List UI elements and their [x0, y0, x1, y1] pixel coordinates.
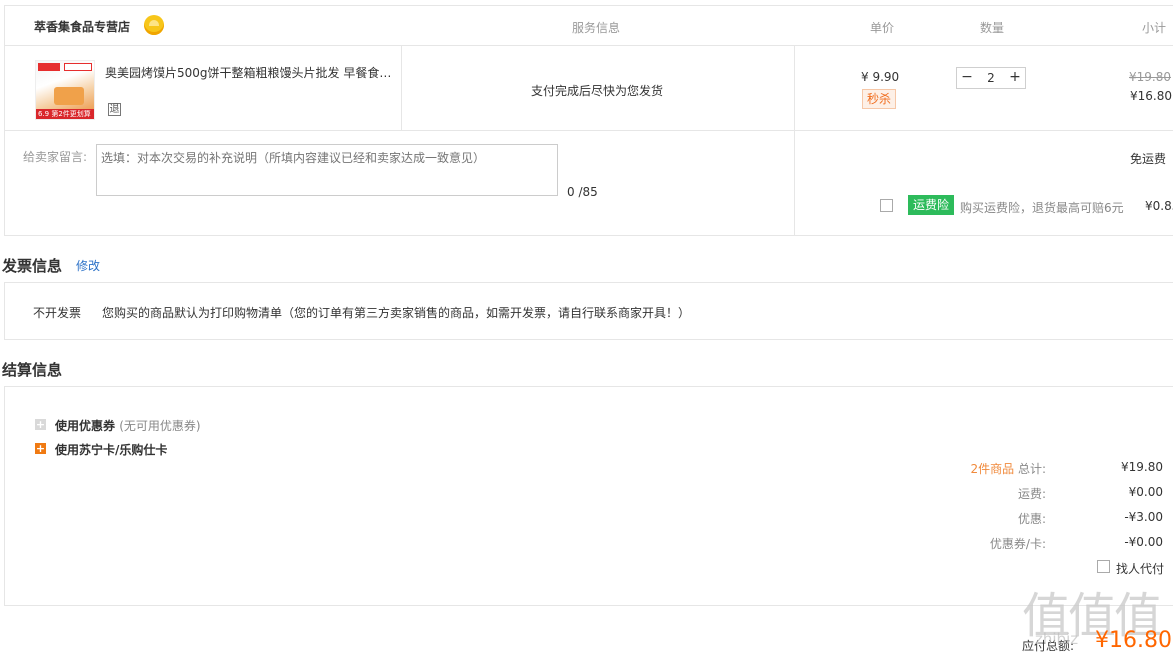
- free-shipping-label: 免运费: [1130, 152, 1167, 166]
- col-header-subtotal: 小计: [1142, 21, 1167, 35]
- total-label: 2件商品 总计:: [970, 462, 1046, 476]
- proxy-pay-checkbox[interactable]: [1097, 560, 1110, 573]
- product-image-promo: 6.9 第2件更划算: [36, 109, 94, 119]
- unit-price: ¥ 9.90: [861, 70, 900, 84]
- store-name[interactable]: 萃香集食品专营店: [34, 18, 130, 35]
- insurance-badge: 运费险: [908, 195, 955, 215]
- divider: [401, 46, 402, 130]
- discount-value: -¥3.00: [1124, 510, 1163, 524]
- original-subtotal: ¥19.80: [1129, 70, 1171, 84]
- invoice-edit-link[interactable]: 修改: [76, 257, 100, 274]
- proxy-pay-label: 找人代付: [1116, 562, 1165, 576]
- invoice-type: 不开发票: [33, 306, 82, 320]
- use-card-toggle[interactable]: 使用苏宁卡/乐购仕卡: [55, 441, 167, 458]
- coupon-expand-icon[interactable]: +: [35, 419, 46, 430]
- col-header-price: 单价: [870, 21, 895, 35]
- message-char-count: 0 /85: [567, 185, 598, 199]
- discount-label: 优惠:: [1017, 512, 1046, 526]
- use-coupon-toggle[interactable]: 使用优惠券 (无可用优惠券): [55, 417, 201, 434]
- insurance-text: 购买运费险，退货最高可赔6元: [960, 201, 1124, 215]
- product-image[interactable]: 6.9 第2件更划算: [35, 60, 95, 120]
- service-info: 支付完成后尽快为您发货: [531, 84, 664, 98]
- col-header-service: 服务信息: [572, 21, 621, 35]
- product-title[interactable]: 奥美园烤馍片500g饼干整箱粗粮馒头片批发 早餐食…: [105, 64, 391, 81]
- qty-increase-button[interactable]: +: [1005, 68, 1025, 88]
- product-row: 6.9 第2件更划算 奥美园烤馍片500g饼干整箱粗粮馒头片批发 早餐食… 退 …: [4, 45, 1173, 131]
- quantity-stepper: − 2 +: [956, 67, 1026, 89]
- items-count: 2件商品: [970, 462, 1015, 476]
- flash-sale-badge: 秒杀: [862, 89, 897, 109]
- insurance-price: ¥0.85: [1145, 199, 1173, 213]
- subtotal: ¥16.80: [1130, 89, 1172, 103]
- col-header-quantity: 数量: [980, 21, 1005, 35]
- coupon-card-value: -¥0.00: [1124, 535, 1163, 549]
- message-label: 给卖家留言:: [23, 150, 88, 164]
- divider: [794, 130, 795, 235]
- total-value: ¥19.80: [1121, 460, 1163, 474]
- payable-amount: ¥16.80: [1095, 628, 1172, 653]
- coupon-label: 使用优惠券: [55, 419, 116, 433]
- settlement-panel: + 使用优惠券 (无可用优惠券) + 使用苏宁卡/乐购仕卡 2件商品 总计: ¥…: [4, 386, 1173, 606]
- qty-value[interactable]: 2: [977, 68, 1005, 88]
- card-expand-icon[interactable]: +: [35, 443, 46, 454]
- return-badge-icon: 退: [108, 103, 121, 116]
- store-header: 萃香集食品专营店 服务信息 单价 数量 小计: [4, 5, 1173, 45]
- watermark-logo: 值值值: [1022, 588, 1162, 644]
- qty-decrease-button[interactable]: −: [957, 68, 977, 88]
- settlement-section-title: 结算信息: [2, 361, 63, 379]
- watermark-site: zhibiz: [1035, 630, 1079, 648]
- coupon-none-note: (无可用优惠券): [119, 419, 201, 433]
- message-row: 给卖家留言: 0 /85 免运费 运费险 购买运费险，退货最高可赔6元 ¥0.8…: [4, 130, 1173, 236]
- invoice-panel: 不开发票 您购买的商品默认为打印购物清单（您的订单有第三方卖家销售的商品，如需开…: [4, 282, 1173, 340]
- shipping-label: 运费:: [1017, 487, 1046, 501]
- invoice-section-title: 发票信息: [2, 257, 63, 275]
- store-badge-icon: [144, 15, 164, 35]
- shipping-value: ¥0.00: [1128, 485, 1163, 499]
- coupon-card-label: 优惠券/卡:: [989, 537, 1046, 551]
- seller-message-input[interactable]: [96, 144, 558, 196]
- insurance-checkbox[interactable]: [880, 199, 893, 212]
- invoice-description: 您购买的商品默认为打印购物清单（您的订单有第三方卖家销售的商品，如需开发票，请自…: [102, 306, 691, 320]
- divider: [794, 46, 795, 130]
